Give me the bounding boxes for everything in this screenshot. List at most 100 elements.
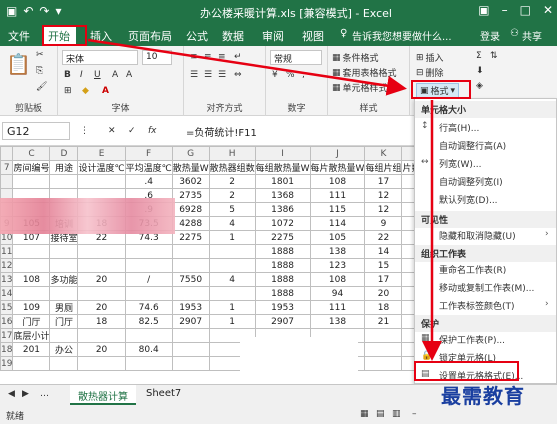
cell[interactable]: 4: [208, 272, 256, 287]
cell[interactable]: [171, 286, 210, 301]
cell[interactable]: 1: [208, 300, 256, 315]
customize-qat-icon[interactable]: ▾: [55, 4, 61, 18]
cell[interactable]: 20: [77, 300, 126, 315]
cell[interactable]: 114: [309, 216, 366, 231]
formula-input[interactable]: =负荷统计!F11: [186, 124, 257, 139]
cell[interactable]: 用途: [49, 160, 79, 175]
cell[interactable]: [171, 328, 210, 343]
align-bottom-icon[interactable]: ≡: [218, 52, 226, 62]
row-header[interactable]: 14: [0, 286, 14, 301]
cell[interactable]: 94: [309, 286, 366, 301]
cell[interactable]: [49, 258, 79, 273]
cell[interactable]: [124, 286, 173, 301]
column-header[interactable]: D: [49, 146, 79, 161]
menu-item-column-width[interactable]: 列宽(W)...: [415, 157, 556, 170]
fill-icon[interactable]: ⬇: [476, 66, 484, 76]
cell[interactable]: 平均温度℃: [124, 160, 173, 175]
column-header[interactable]: J: [309, 146, 366, 161]
login-link[interactable]: 登录: [480, 28, 500, 43]
cell[interactable]: [364, 328, 403, 343]
cell[interactable]: 20: [77, 342, 126, 357]
menu-item-rename-sheet[interactable]: 重命名工作表(R): [415, 263, 556, 276]
clear-icon[interactable]: ◈: [476, 81, 483, 91]
cell[interactable]: 111: [309, 188, 366, 203]
format-as-table-button[interactable]: ▦ 套用表格格式: [332, 66, 397, 80]
row-header[interactable]: 16: [0, 314, 14, 329]
cell[interactable]: [171, 342, 210, 357]
cell[interactable]: 每组散热量W: [254, 160, 311, 175]
share-button[interactable]: 共享: [522, 28, 542, 43]
cell[interactable]: 1072: [254, 216, 311, 231]
cell[interactable]: 21: [364, 314, 403, 329]
cell[interactable]: 9: [364, 216, 403, 231]
cell[interactable]: [49, 174, 79, 189]
cell[interactable]: 82.5: [124, 314, 173, 329]
cell-styles-button[interactable]: ▦ 单元格样式: [332, 81, 388, 95]
cell[interactable]: [364, 342, 403, 357]
cell[interactable]: [49, 356, 79, 371]
cell[interactable]: [77, 174, 126, 189]
cell[interactable]: 15: [364, 258, 403, 273]
number-format-select[interactable]: 常规: [270, 50, 322, 65]
cell[interactable]: 2275: [171, 230, 210, 245]
maximize-icon[interactable]: □: [520, 3, 531, 17]
cell[interactable]: 每片散热量W: [309, 160, 366, 175]
tab-view[interactable]: 视图: [302, 28, 324, 44]
wrap-text-icon[interactable]: ↵: [234, 52, 242, 62]
select-all-corner[interactable]: [0, 146, 14, 161]
cell[interactable]: [12, 244, 51, 259]
ribbon-display-icon[interactable]: ▣: [478, 3, 489, 17]
cell[interactable]: 每组片组: [364, 160, 403, 175]
cell[interactable]: 14: [364, 244, 403, 259]
sheet-tab[interactable]: Sheet7: [138, 385, 189, 405]
cell[interactable]: [77, 244, 126, 259]
sort-filter-icon[interactable]: ⇅: [490, 51, 498, 61]
tab-data[interactable]: 数据: [222, 28, 244, 44]
cell[interactable]: 多功能: [49, 272, 79, 287]
cell[interactable]: 1386: [254, 202, 311, 217]
font-size-select[interactable]: 10: [142, 50, 172, 65]
cell[interactable]: 12: [364, 188, 403, 203]
cell[interactable]: 18: [77, 314, 126, 329]
cell[interactable]: 20: [77, 272, 126, 287]
insert-cells-button[interactable]: ⊞ 插入: [416, 51, 444, 65]
cell[interactable]: 底层小计: [12, 328, 51, 343]
font-grow-icon[interactable]: A: [112, 70, 118, 80]
cell[interactable]: [12, 258, 51, 273]
cell[interactable]: 111: [309, 300, 366, 315]
more-sheets-icon[interactable]: …: [40, 389, 49, 399]
cell[interactable]: 109: [12, 300, 51, 315]
cell[interactable]: 2: [208, 174, 256, 189]
cell[interactable]: [124, 356, 173, 371]
cell[interactable]: 1888: [254, 258, 311, 273]
cell[interactable]: [49, 328, 79, 343]
align-right-icon[interactable]: ☰: [218, 70, 226, 80]
cell[interactable]: 1: [208, 230, 256, 245]
close-icon[interactable]: ✕: [543, 3, 553, 17]
cell[interactable]: [171, 258, 210, 273]
cell[interactable]: 74.6: [124, 300, 173, 315]
cell[interactable]: [171, 244, 210, 259]
cell[interactable]: 2907: [171, 314, 210, 329]
cell[interactable]: [124, 328, 173, 343]
format-painter-icon[interactable]: 🖌: [36, 82, 47, 92]
cell[interactable]: 115: [309, 202, 366, 217]
tell-me-input[interactable]: 告诉我您想要做什么...: [352, 28, 452, 43]
cell[interactable]: 138: [309, 244, 366, 259]
cell[interactable]: 散热量W: [171, 160, 210, 175]
cell[interactable]: 108: [309, 272, 366, 287]
cell[interactable]: [364, 356, 403, 371]
cell[interactable]: 17: [364, 174, 403, 189]
cell[interactable]: 1: [208, 314, 256, 329]
cell[interactable]: [49, 244, 79, 259]
cell[interactable]: 1953: [171, 300, 210, 315]
cell[interactable]: [12, 286, 51, 301]
cell[interactable]: 5: [208, 202, 256, 217]
cell[interactable]: 18: [364, 300, 403, 315]
row-header[interactable]: 15: [0, 300, 14, 315]
conditional-format-button[interactable]: ▦ 条件格式: [332, 51, 379, 65]
tab-review[interactable]: 审阅: [262, 28, 284, 44]
cell[interactable]: 4288: [171, 216, 210, 231]
column-header[interactable]: K: [364, 146, 403, 161]
zoom-out-icon[interactable]: –: [412, 409, 417, 419]
